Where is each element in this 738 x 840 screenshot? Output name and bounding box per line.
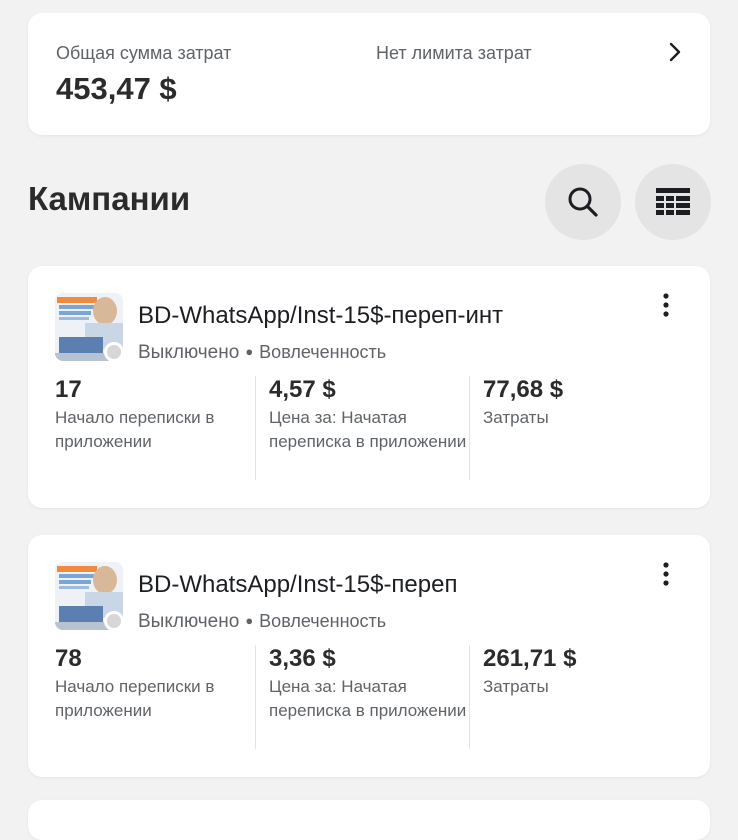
metric-cost-per-result: 3,36 $ Цена за: Начатая переписка в прил… xyxy=(269,645,469,723)
metric-conversations: 78 Начало переписки в приложении xyxy=(55,645,255,723)
table-view-button[interactable] xyxy=(635,164,711,240)
metric-divider xyxy=(469,645,470,749)
metric-divider xyxy=(469,376,470,480)
separator-dot: ● xyxy=(245,344,254,359)
metric-value: 17 xyxy=(55,376,82,403)
metric-value: 3,36 $ xyxy=(269,645,336,672)
search-button[interactable] xyxy=(545,164,621,240)
metric-value: 78 xyxy=(55,645,82,672)
campaign-card[interactable]: BD-WhatsApp/Inst-15$-переп-инт Выключено… xyxy=(28,266,710,508)
chevron-right-icon[interactable] xyxy=(664,41,686,63)
table-view-icon xyxy=(656,188,690,215)
delivery-status: Выключено xyxy=(138,611,240,632)
separator-dot: ● xyxy=(245,613,254,628)
metric-label: Начало переписки в приложении xyxy=(55,408,215,451)
metric-label: Цена за: Начатая переписка в приложении xyxy=(269,408,467,451)
search-icon xyxy=(568,187,598,217)
total-spend-label: Общая сумма затрат xyxy=(56,43,232,63)
spend-summary-card[interactable]: Общая сумма затрат 453,47 $ Нет лимита з… xyxy=(28,13,710,135)
metric-spend: 261,71 $ Затраты xyxy=(483,645,683,699)
campaign-card[interactable]: BD-WhatsApp/Inst-15$-переп Выключено ● Вов… xyxy=(28,535,710,777)
delivery-status: Выключено xyxy=(138,342,240,363)
campaign-card[interactable] xyxy=(28,800,710,840)
metric-divider xyxy=(255,376,256,480)
more-vertical-icon[interactable] xyxy=(656,292,676,318)
total-spend-value: 453,47 $ xyxy=(56,71,177,106)
campaign-status: Выключено ● Вовлеченность xyxy=(138,611,386,633)
metric-spend: 77,68 $ Затраты xyxy=(483,376,683,430)
metric-conversations: 17 Начало переписки в приложении xyxy=(55,376,255,454)
campaign-objective: Вовлеченность xyxy=(259,342,387,362)
campaign-name[interactable]: BD-WhatsApp/Inst-15$-переп xyxy=(138,571,457,599)
metric-cost-per-result: 4,57 $ Цена за: Начатая переписка в прил… xyxy=(269,376,469,454)
metric-label: Цена за: Начатая переписка в приложении xyxy=(269,677,467,720)
more-vertical-icon[interactable] xyxy=(656,561,676,587)
status-indicator xyxy=(104,342,124,362)
metric-label: Затраты xyxy=(483,677,549,696)
metric-label: Начало переписки в приложении xyxy=(55,677,215,720)
campaign-name[interactable]: BD-WhatsApp/Inst-15$-переп-инт xyxy=(138,302,503,330)
metric-value: 77,68 $ xyxy=(483,376,564,403)
metric-label: Затраты xyxy=(483,408,549,427)
campaign-status: Выключено ● Вовлеченность xyxy=(138,342,386,364)
metric-divider xyxy=(255,645,256,749)
campaign-objective: Вовлеченность xyxy=(259,611,387,631)
campaigns-title: Кампании xyxy=(28,180,191,217)
metric-value: 261,71 $ xyxy=(483,645,577,672)
spend-limit-label: Нет лимита затрат xyxy=(376,43,532,63)
metric-value: 4,57 $ xyxy=(269,376,336,403)
status-indicator xyxy=(104,611,124,631)
